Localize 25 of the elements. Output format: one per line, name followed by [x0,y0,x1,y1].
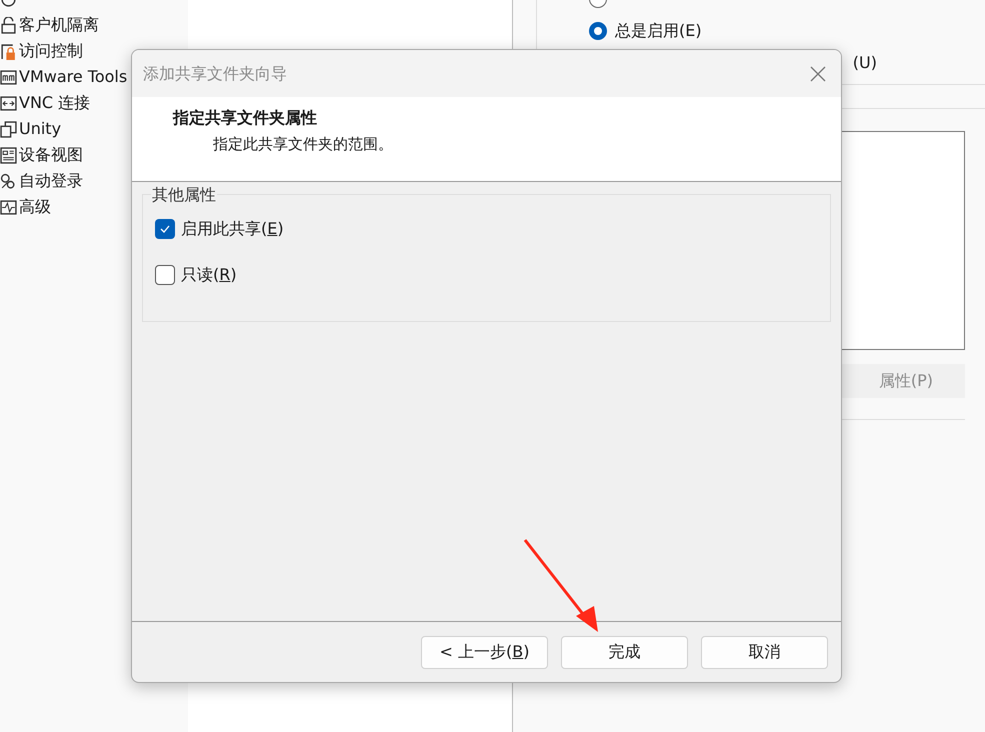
tree-item[interactable]: 自动登录 [19,169,83,193]
lock-icon [0,16,17,34]
checkbox-label: 启用此共享(E) [181,218,284,240]
dialog-title: 添加共享文件夹向导 [143,62,287,84]
checkbox-label: 只读(R) [181,264,237,286]
checkbox[interactable] [155,265,175,285]
lock-icon [0,42,17,60]
tree-item[interactable]: 客户机隔离 [19,13,99,37]
radio-button[interactable] [589,22,607,40]
tree-item[interactable]: VMware Tools [19,65,128,89]
tree-item[interactable]: 设备视图 [19,143,83,167]
checkbox[interactable] [155,219,175,239]
tree-item[interactable]: VNC 连接 [19,91,90,115]
radio-label: (U) [852,52,877,74]
dialog-button[interactable]: 取消 [701,636,828,668]
checkmark-icon [159,223,171,235]
tree-item[interactable]: Unity [19,117,62,141]
tree-item[interactable]: 访问控制 [19,39,83,63]
tree-item[interactable]: 高级 [19,195,51,219]
dialog-button[interactable]: 完成 [561,636,688,668]
step-description: 指定此共享文件夹的范围。 [212,134,394,155]
radio-label: 总是启用(E) [615,20,702,42]
close-icon[interactable] [809,64,827,82]
dialog-button[interactable]: < 上一步(B) [421,636,548,668]
step-title: 指定共享文件夹属性 [173,107,318,129]
